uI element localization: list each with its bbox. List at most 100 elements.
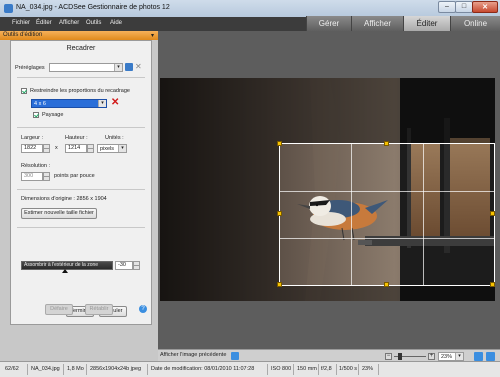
separator [267,364,268,375]
separator [63,364,64,375]
zoom-slider-thumb[interactable] [398,353,402,360]
status-modified: Date de modification: 08/01/2010 11:07:2… [151,366,255,372]
crop-dialog: Recadrer Préréglages ▾ ✕ Restreindre les… [10,40,152,325]
tab-gerer[interactable]: Gérer [306,16,351,31]
presets-select[interactable]: ▾ [49,63,123,72]
width-label: Largeur : [21,135,44,141]
zoom-out-icon[interactable]: − [385,353,392,360]
minimize-icon: – [445,3,449,10]
times-sign: x [55,145,58,151]
crop-shade-bottom [160,286,495,301]
menu-editer[interactable]: Éditer [36,20,52,26]
height-input[interactable]: 1214 [65,144,87,153]
grid-line [423,144,424,285]
resolution-input[interactable]: 300 [21,172,43,181]
crop-handle-br[interactable] [490,282,495,287]
separator [378,364,379,375]
tab-editer[interactable]: Éditer [403,16,450,31]
darken-outside-slider[interactable]: Assombrir à l'extérieur de la zone [21,261,113,273]
darken-spinner[interactable] [133,261,140,270]
status-iso: ISO 800 [271,366,292,372]
zoom-select[interactable]: 23% ▾ [438,352,464,361]
status-filesize: 1,8 Mo [67,366,84,372]
width-input[interactable]: 1822 [21,144,43,153]
slider-thumb[interactable] [62,269,68,273]
status-zoom: 23% [362,366,374,372]
height-spinner[interactable] [87,144,94,153]
grid-line [280,191,494,192]
ratio-value: 4 x 6 [34,101,46,107]
previous-image-icon[interactable] [231,352,239,360]
keep-ratio-checkbox[interactable] [21,88,27,94]
status-filename: NA_034.jpg [31,366,60,372]
menu-afficher[interactable]: Afficher [59,20,79,26]
crop-handle-bl[interactable] [277,282,282,287]
separator [293,364,294,375]
zoom-in-icon[interactable]: + [428,353,435,360]
resolution-unit: points par pouce [54,173,95,179]
status-index: 62/62 [5,366,19,372]
maximize-button[interactable]: □ [455,1,473,13]
crop-handle-tl[interactable] [277,141,282,146]
darken-label: Assombrir à l'extérieur de la zone [24,262,99,268]
menu-aide[interactable]: Aide [110,20,122,26]
dialog-title: Recadrer [66,45,96,52]
fit-image-icon[interactable] [474,352,483,361]
landscape-checkbox[interactable] [33,112,39,118]
landscape-label: Paysage [42,112,64,118]
crop-handle-b[interactable] [384,282,389,287]
panel-title: Outils d'édition [3,32,43,38]
separator [17,227,145,228]
redo-button[interactable]: Rétablir [85,304,113,315]
status-focal: 150 mm [297,366,317,372]
crop-handle-t[interactable] [384,141,389,146]
units-select[interactable]: pixels ▾ [97,144,127,153]
panel-title-bar: Outils d'édition ▾ [0,31,158,40]
tab-online[interactable]: Online [450,16,500,31]
status-bar: 62/62 NA_034.jpg 1,8 Mo 2856x1904x24b jp… [0,361,500,377]
status-dimensions: 2856x1904x24b jpeg [90,366,142,372]
height-label: Hauteur : [65,135,88,141]
separator [17,77,145,78]
canvas-toolbar: Afficher l'image précédente − + 23% ▾ [158,349,500,361]
panel-dropdown-icon[interactable]: ▾ [151,32,154,39]
grid-line [351,144,352,285]
crop-shade-top [160,78,495,143]
chevron-down-icon: ▾ [118,145,126,152]
crop-handle-l[interactable] [277,211,282,216]
help-icon[interactable]: ? [139,305,147,313]
separator [17,189,145,190]
darken-value-input[interactable]: -30 [115,261,133,270]
clear-ratio-icon[interactable]: ✕ [111,97,119,108]
title-bar: NA_034.jpg - ACDSee Gestionnaire de phot… [0,0,500,17]
undo-button[interactable]: Défaire [45,304,73,315]
separator [27,364,28,375]
crop-rectangle[interactable] [279,143,495,286]
resolution-spinner[interactable] [43,172,50,181]
minimize-button[interactable]: – [438,1,456,13]
estimate-size-button[interactable]: Estimer nouvelle taille fichier [21,208,97,219]
close-icon: ✕ [482,4,488,11]
zoom-value: 23% [441,354,453,360]
keep-ratio-label: Restreindre les proportions du recadrage [30,88,130,94]
close-button[interactable]: ✕ [472,1,498,13]
tab-afficher[interactable]: Afficher [351,16,403,31]
chevron-down-icon: ▾ [455,353,463,360]
app-icon [4,4,13,13]
units-label: Unités : [105,135,124,141]
actual-size-icon[interactable] [486,352,495,361]
save-preset-icon[interactable] [125,63,133,71]
separator [318,364,319,375]
ratio-select[interactable]: 4 x 6 ▾ [31,99,107,108]
previous-image-link[interactable]: Afficher l'image précédente [160,352,226,358]
width-spinner[interactable] [43,144,50,153]
status-shutter: 1/500 s [339,366,358,372]
delete-preset-icon[interactable]: ✕ [135,62,142,71]
menu-fichier[interactable]: Fichier [12,20,30,26]
presets-label: Préréglages [15,65,45,71]
window-title: NA_034.jpg - ACDSee Gestionnaire de phot… [16,4,170,11]
status-aperture: f/2,8 [321,366,332,372]
crop-handle-r[interactable] [490,211,495,216]
chevron-down-icon: ▾ [114,64,122,71]
menu-outils[interactable]: Outils [86,20,101,26]
